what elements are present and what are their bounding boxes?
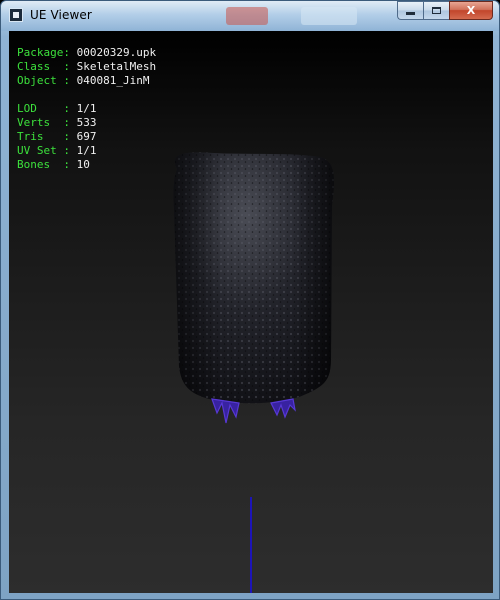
info-value: 1/1 [76,144,97,157]
app-icon [9,8,23,22]
info-row-bones: Bones : 10 [17,158,156,172]
3d-viewport[interactable]: Package: 00020329.upk Class : SkeletalMe… [9,31,493,593]
info-separator: : [63,46,77,59]
info-separator: : [63,158,77,171]
info-key: LOD [17,102,64,115]
info-value: 1/1 [76,102,97,115]
info-key: Bones [17,158,64,171]
info-value: 00020329.upk [76,46,157,59]
window-title: UE Viewer [30,8,92,22]
info-separator: : [63,144,77,157]
minimize-button[interactable] [397,1,423,20]
mesh-info-overlay: Package: 00020329.upk Class : SkeletalMe… [17,46,156,172]
info-row-verts: Verts : 533 [17,116,156,130]
info-key: Tris [17,130,64,143]
info-row-object: Object : 040081_JinM [17,74,156,88]
info-row-uvset: UV Set : 1/1 [17,144,156,158]
info-value: SkeletalMesh [76,60,157,73]
info-separator: : [63,116,77,129]
caption-buttons: X [397,1,493,21]
info-separator: : [63,74,77,87]
background-blur [226,7,268,25]
y-axis-line [250,497,252,593]
info-key: Verts [17,116,64,129]
info-key: Object [17,74,64,87]
info-row-tris: Tris : 697 [17,130,156,144]
info-row-package: Package: 00020329.upk [17,46,156,60]
info-key: Package [17,46,64,59]
info-value: 533 [76,116,97,129]
app-window: UE Viewer X Package: 00020329.upk Class … [0,0,500,600]
info-row-class: Class : SkeletalMesh [17,60,156,74]
close-button[interactable]: X [449,1,493,20]
info-value: 040081_JinM [76,74,150,87]
title-bar[interactable]: UE Viewer X [1,1,499,31]
maximize-icon [432,7,441,14]
info-separator: : [63,60,77,73]
mesh-side-shading [173,152,335,404]
info-value: 697 [76,130,97,143]
info-key: UV Set [17,144,64,157]
close-icon: X [466,4,476,17]
info-separator: : [63,102,77,115]
info-key: Class [17,60,64,73]
info-value: 10 [76,158,90,171]
background-blur [301,7,357,25]
info-separator: : [63,130,77,143]
info-row-lod: LOD : 1/1 [17,102,156,116]
minimize-icon [406,12,415,15]
maximize-button[interactable] [423,1,449,20]
